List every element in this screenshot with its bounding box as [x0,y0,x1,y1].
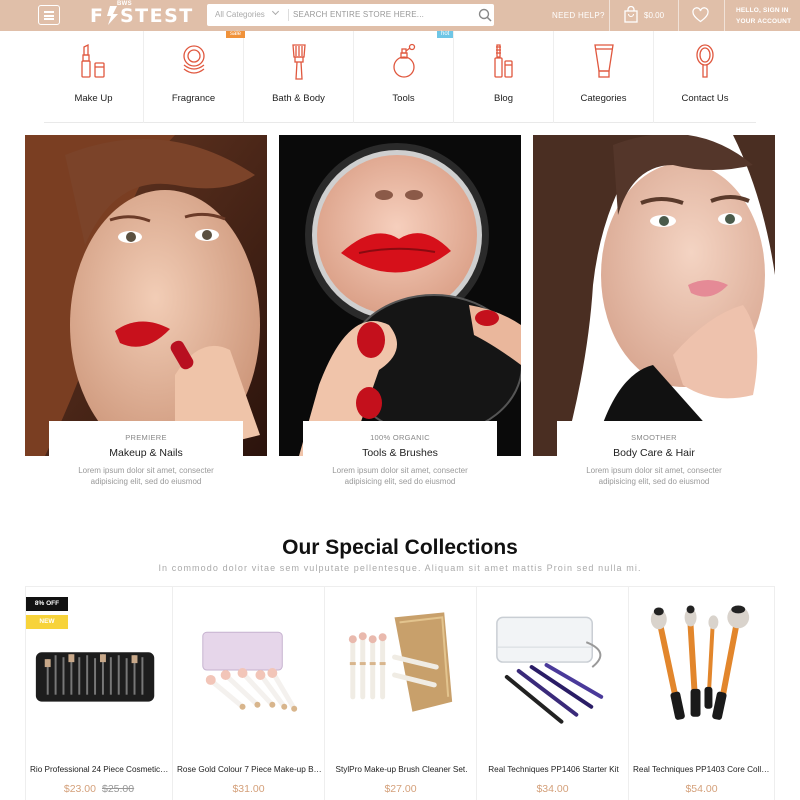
logo-wordmark: F STEST [90,5,194,27]
discount-badge: 8% OFF [26,597,68,611]
product-grid: 8% OFF NEW Rio Professional 24 Piece Cos… [25,586,775,800]
nav-label: Contact Us [681,93,729,104]
search-bar: All Categories [207,4,494,26]
product-name[interactable]: Rio Professional 24 Piece Cosmetic Brush… [30,765,170,774]
product-price: $34.00 [477,783,628,795]
nav-label: Blog [493,93,513,104]
desc-line: adipisicing elit, sed do eiusmod [90,477,202,486]
banner-description: Lorem ipsum dolor sit amet, consecter ad… [25,465,267,487]
compact-powder-icon [182,45,205,74]
banner-caption: SMOOTHER Body Care & Hair [557,421,751,461]
product-image[interactable] [629,597,774,747]
product-card[interactable]: Rose Gold Colour 7 Piece Make-up Brush S… [173,587,325,800]
product-price: $27.00 [325,783,476,795]
nav-label: Make Up [74,93,113,104]
banner-title[interactable]: Tools & Brushes [303,447,497,459]
nav-item-make-up[interactable]: Make Up [44,31,144,123]
nav-item-bath-body[interactable]: Bath & Body [244,31,354,123]
nav-label: Categories [580,93,627,104]
banner-photo [533,135,775,456]
desc-line: adipisicing elit, sed do eiusmod [598,477,710,486]
search-icon[interactable] [478,8,492,22]
search-divider [288,9,289,21]
mascara-icon [493,44,513,78]
nav-item-categories[interactable]: Categories [554,31,654,123]
banner-kicker: PREMIERE [125,433,167,442]
sign-in-link[interactable]: HELLO, SIGN IN YOUR ACCOUNT [736,5,791,27]
desc-line: adipisicing elit, sed do eiusmod [344,477,456,486]
sale-tag: sale [226,31,246,38]
banner-title[interactable]: Body Care & Hair [557,447,751,459]
product-image[interactable] [173,597,324,747]
hand-mirror-icon [696,44,714,78]
lipstick-icon [80,43,105,78]
logo-superscript: BWS [117,1,132,7]
category-select[interactable]: All Categories [215,4,265,26]
current-price: $23.00 [63,783,96,795]
store-logo[interactable]: F STEST [90,3,200,27]
svg-text:STEST: STEST [120,5,194,27]
product-price: $23.00 $25.00 [26,783,172,795]
current-price: $34.00 [536,783,569,795]
product-card[interactable]: Real Techniques PP1403 Core Collection $… [629,587,775,800]
sign-in-line2: YOUR ACCOUNT [736,18,792,25]
shopping-bag-icon[interactable] [622,6,640,24]
hot-tag: hot [437,31,454,38]
nav-item-contact-us[interactable]: Contact Us [654,31,756,123]
wishlist-heart-icon[interactable] [692,7,709,23]
top-bar: F STEST BWS All Categories NEED HELP? $0… [0,0,800,31]
banner-description: Lorem ipsum dolor sit amet, consecter ad… [279,465,521,487]
current-price: $31.00 [232,783,265,795]
product-name[interactable]: Rose Gold Colour 7 Piece Make-up Brush S… [177,765,322,774]
product-image[interactable] [477,597,628,747]
hamburger-menu-icon[interactable] [38,5,60,25]
nav-label: Bath & Body [272,93,325,104]
topbar-divider [609,0,610,31]
product-price: $31.00 [173,783,324,795]
banner-caption: PREMIERE Makeup & Nails [49,421,243,461]
section-subtitle: In commodo dolor vitae sem vulputate pel… [158,563,642,573]
product-card[interactable]: 8% OFF NEW Rio Professional 24 Piece Cos… [25,587,173,800]
section-title: Our Special Collections [282,536,518,559]
sign-in-line1: HELLO, SIGN IN [736,7,789,14]
product-name[interactable]: Real Techniques PP1406 Starter Kit [481,765,626,774]
new-badge: NEW [26,615,68,629]
banner-kicker: 100% ORGANIC [370,433,430,442]
product-price: $54.00 [629,783,774,795]
current-price: $54.00 [685,783,718,795]
perfume-bottle-icon [392,43,415,78]
nav-label: Tools [392,93,415,104]
nav-item-fragrance[interactable]: Fragrance sale [144,31,246,123]
product-card[interactable]: StylPro Make-up Brush Cleaner Set. $27.0… [325,587,477,800]
product-name[interactable]: Real Techniques PP1403 Core Collection [633,765,772,774]
old-price: $25.00 [102,783,135,795]
desc-line: Lorem ipsum dolor sit amet, consecter [332,466,468,475]
cart-amount[interactable]: $0.00 [644,0,664,31]
banner-caption: 100% ORGANIC Tools & Brushes [303,421,497,461]
topbar-divider [678,0,679,31]
banner-photo [25,135,267,456]
desc-line: Lorem ipsum dolor sit amet, consecter [78,466,214,475]
desc-line: Lorem ipsum dolor sit amet, consecter [586,466,722,475]
banner-title[interactable]: Makeup & Nails [49,447,243,459]
chevron-down-icon[interactable] [271,7,280,16]
topbar-divider [724,0,725,31]
nav-item-tools[interactable]: Tools hot [354,31,454,123]
nav-item-blog[interactable]: Blog [454,31,554,123]
svg-text:F: F [90,5,104,27]
banner-description: Lorem ipsum dolor sit amet, consecter ad… [533,465,775,487]
product-card[interactable]: Real Techniques PP1406 Starter Kit $34.0… [477,587,629,800]
product-image[interactable] [325,597,476,747]
banner-kicker: SMOOTHER [631,433,677,442]
need-help-link[interactable]: NEED HELP? [552,0,605,31]
product-name[interactable]: StylPro Make-up Brush Cleaner Set. [329,765,474,774]
banner-photo [279,135,521,456]
category-nav: Make Up Fragrance sale Bath & Body Tools… [44,31,756,123]
nav-label: Fragrance [171,93,216,104]
cream-tube-icon [593,44,614,78]
current-price: $27.00 [384,783,417,795]
brush-icon [291,44,306,80]
search-input[interactable] [293,4,473,26]
